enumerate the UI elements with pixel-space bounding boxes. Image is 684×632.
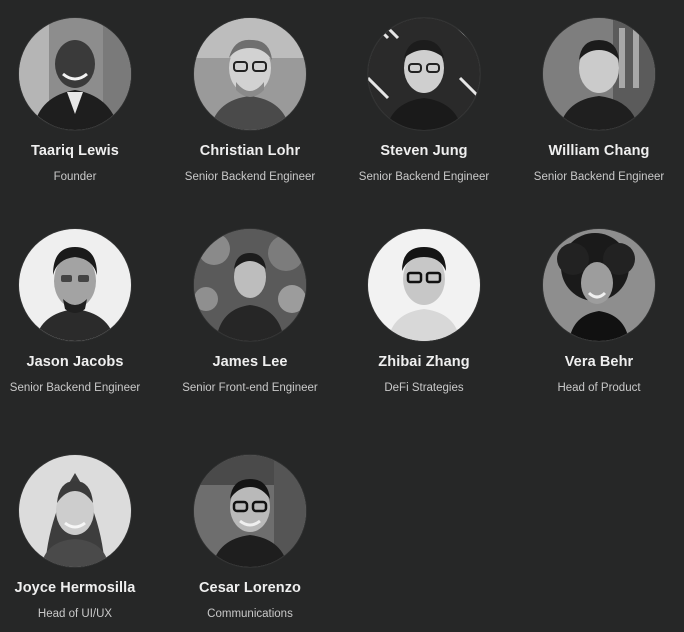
- team-member-card: Steven Jung Senior Backend Engineer: [344, 18, 504, 185]
- member-name: Taariq Lewis: [31, 143, 119, 159]
- team-grid: Taariq Lewis Founder Christian Lohr Seni…: [0, 0, 684, 632]
- member-name: Jason Jacobs: [26, 354, 124, 370]
- member-photo: [194, 229, 306, 341]
- member-name: William Chang: [548, 143, 650, 159]
- member-role: Senior Front-end Engineer: [182, 382, 318, 394]
- member-photo: [194, 455, 306, 567]
- team-member-card: Zhibai Zhang DeFi Strategies: [344, 229, 504, 396]
- member-role: Senior Backend Engineer: [9, 382, 141, 394]
- member-photo: [19, 18, 131, 130]
- member-photo: [543, 18, 655, 130]
- member-role: Head of Product: [557, 382, 641, 394]
- member-role: Head of UI/UX: [37, 608, 113, 620]
- member-photo: [543, 229, 655, 341]
- member-photo: [194, 18, 306, 130]
- member-role: Senior Backend Engineer: [533, 171, 665, 183]
- member-name: Steven Jung: [380, 143, 468, 159]
- member-photo: [368, 229, 480, 341]
- member-role: Communications: [207, 608, 293, 620]
- member-photo: [19, 455, 131, 567]
- member-name: Joyce Hermosilla: [14, 580, 136, 596]
- team-member-card: James Lee Senior Front-end Engineer: [170, 229, 330, 396]
- member-role: Senior Backend Engineer: [358, 171, 490, 183]
- member-role: Founder: [53, 171, 97, 183]
- member-photo: [19, 229, 131, 341]
- member-name: Zhibai Zhang: [378, 354, 470, 370]
- member-name: Christian Lohr: [199, 143, 301, 159]
- member-name: Cesar Lorenzo: [198, 580, 302, 596]
- member-name: Vera Behr: [564, 354, 634, 370]
- member-photo: [368, 18, 480, 130]
- member-name: James Lee: [212, 354, 288, 370]
- team-member-card: Taariq Lewis Founder: [0, 18, 155, 185]
- member-role: DeFi Strategies: [384, 382, 464, 394]
- team-member-card: Cesar Lorenzo Communications: [170, 455, 330, 622]
- team-member-card: Vera Behr Head of Product: [519, 229, 679, 396]
- member-role: Senior Backend Engineer: [184, 171, 316, 183]
- team-member-card: Jason Jacobs Senior Backend Engineer: [0, 229, 155, 396]
- team-member-card: Joyce Hermosilla Head of UI/UX: [0, 455, 155, 622]
- team-member-card: Christian Lohr Senior Backend Engineer: [170, 18, 330, 185]
- team-member-card: William Chang Senior Backend Engineer: [519, 18, 679, 185]
